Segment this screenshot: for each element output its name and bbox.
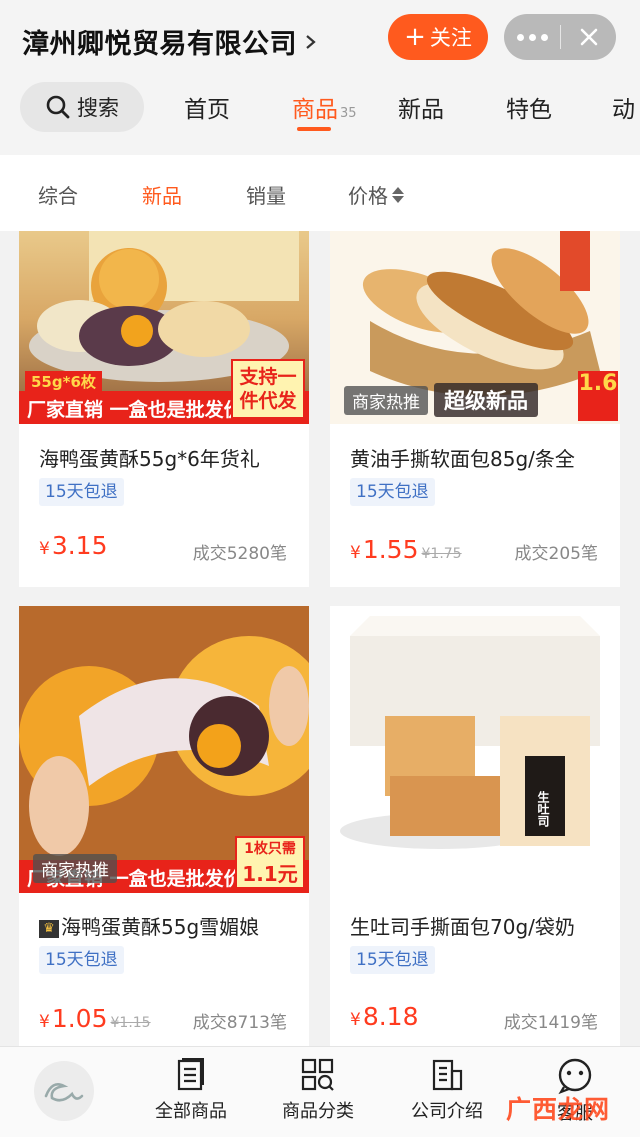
tab-products[interactable]: 商品 35 [292, 90, 357, 124]
hot-tag: 商家热推 [344, 386, 428, 415]
product-title: 黄油手撕软面包85g/条全 [350, 447, 575, 471]
product-card[interactable]: 商家热推 超级新品 1.6 黄油手撕软面包85g/条全 15天包退 ¥1.55 ¥… [330, 231, 620, 587]
follow-label: 关注 [429, 26, 472, 50]
unit-label: 1枚只需 1.1元 [235, 836, 305, 889]
product-title: 海鸭蛋黄酥55g*6年货礼 [39, 447, 260, 471]
new-tag: 超级新品 [434, 383, 538, 417]
sort-icon [392, 186, 404, 203]
product-card[interactable]: 厂家直销 一盒也是批发价 55g*6枚 支持一件代发 海鸭蛋黄酥55g*6年货礼… [19, 231, 309, 587]
company-icon [432, 1059, 463, 1091]
active-tab-indicator [297, 127, 331, 131]
nav-categories[interactable]: 商品分类 [263, 1057, 373, 1123]
support-label: 支持一件代发 [231, 359, 305, 419]
toast-bread-image [340, 616, 600, 849]
product-image: 厂家直销 一盒也是批发价 55g*6枚 支持一件代发 [19, 231, 309, 424]
sold-count: 成交8713笔 [192, 1013, 287, 1033]
more-icon[interactable] [504, 33, 560, 41]
close-icon[interactable] [561, 27, 616, 47]
shop-name-link[interactable]: 漳州卿悦贸易有限公司 [22, 22, 319, 61]
filter-sales[interactable]: 销量 [246, 180, 286, 209]
watermark: 广西龙网 [506, 1095, 611, 1124]
tab-dynamic[interactable]: 动 [612, 90, 635, 124]
list-icon [177, 1058, 204, 1091]
tab-featured[interactable]: 特色 [506, 90, 552, 124]
products-count: 35 [340, 106, 357, 121]
tab-home[interactable]: 首页 [184, 90, 230, 124]
sold-count: 成交205笔 [514, 544, 598, 564]
product-card[interactable]: 厂家直销 一盒也是批发价 商家热推 1枚只需 1.1元 ♛ 海鸭蛋黄酥55g雪媚娘… [19, 606, 309, 1046]
nav-all-products[interactable]: 全部商品 [136, 1057, 246, 1123]
sold-count: 成交1419笔 [503, 1013, 598, 1033]
logo-icon [44, 1083, 84, 1102]
product-price: ¥8.18 [350, 1002, 419, 1031]
search-icon [46, 95, 70, 119]
search-label: 搜索 [77, 96, 119, 120]
nav-company-intro[interactable]: 公司介绍 [392, 1057, 502, 1123]
filter-new[interactable]: 新品 [142, 180, 182, 209]
product-price: ¥1.55 ¥1.75 [350, 535, 462, 564]
product-image: 生吐司 [330, 606, 620, 893]
shop-header: 漳州卿悦贸易有限公司 + 关注 搜索 首页 商品 35 新品 特色 动 [0, 0, 640, 155]
filter-comprehensive[interactable]: 综合 [38, 180, 78, 209]
follow-button[interactable]: + 关注 [388, 14, 488, 60]
spec-label: 55g*6枚 [25, 371, 102, 392]
filter-bar [0, 155, 640, 231]
return-badge: 15天包退 [39, 946, 124, 974]
old-price: ¥1.15 [110, 1015, 151, 1031]
chevron-right-icon [306, 34, 316, 49]
price-tag: 1.6 [578, 371, 618, 421]
search-button[interactable]: 搜索 [20, 82, 144, 132]
product-image: 厂家直销 一盒也是批发价 商家热推 1枚只需 1.1元 [19, 606, 309, 893]
product-price: ¥3.15 [39, 531, 108, 560]
shop-logo[interactable] [34, 1061, 94, 1121]
return-badge: 15天包退 [350, 478, 435, 506]
product-card[interactable]: 生吐司 生吐司手撕面包70g/袋奶 15天包退 ¥8.18 成交1419笔 [330, 606, 620, 1046]
tab-new[interactable]: 新品 [398, 90, 444, 124]
shop-name: 漳州卿悦贸易有限公司 [22, 29, 297, 60]
category-icon [301, 1058, 334, 1091]
plus-icon: + [404, 22, 426, 52]
sold-count: 成交5280笔 [192, 544, 287, 564]
filter-price[interactable]: 价格 [348, 180, 404, 209]
product-price: ¥1.05 ¥1.15 [39, 1004, 151, 1033]
crown-icon: ♛ [39, 919, 59, 938]
mini-program-capsule [504, 14, 616, 60]
bag-label: 生吐司 [536, 791, 550, 827]
product-image: 商家热推 超级新品 1.6 [330, 231, 620, 424]
product-title: 生吐司手撕面包70g/袋奶 [350, 915, 575, 939]
hot-tag: 商家热推 [33, 854, 117, 883]
return-badge: 15天包退 [350, 946, 435, 974]
return-badge: 15天包退 [39, 478, 124, 506]
old-price: ¥1.75 [421, 546, 462, 562]
product-title: ♛ 海鸭蛋黄酥55g雪媚娘 [39, 911, 301, 940]
